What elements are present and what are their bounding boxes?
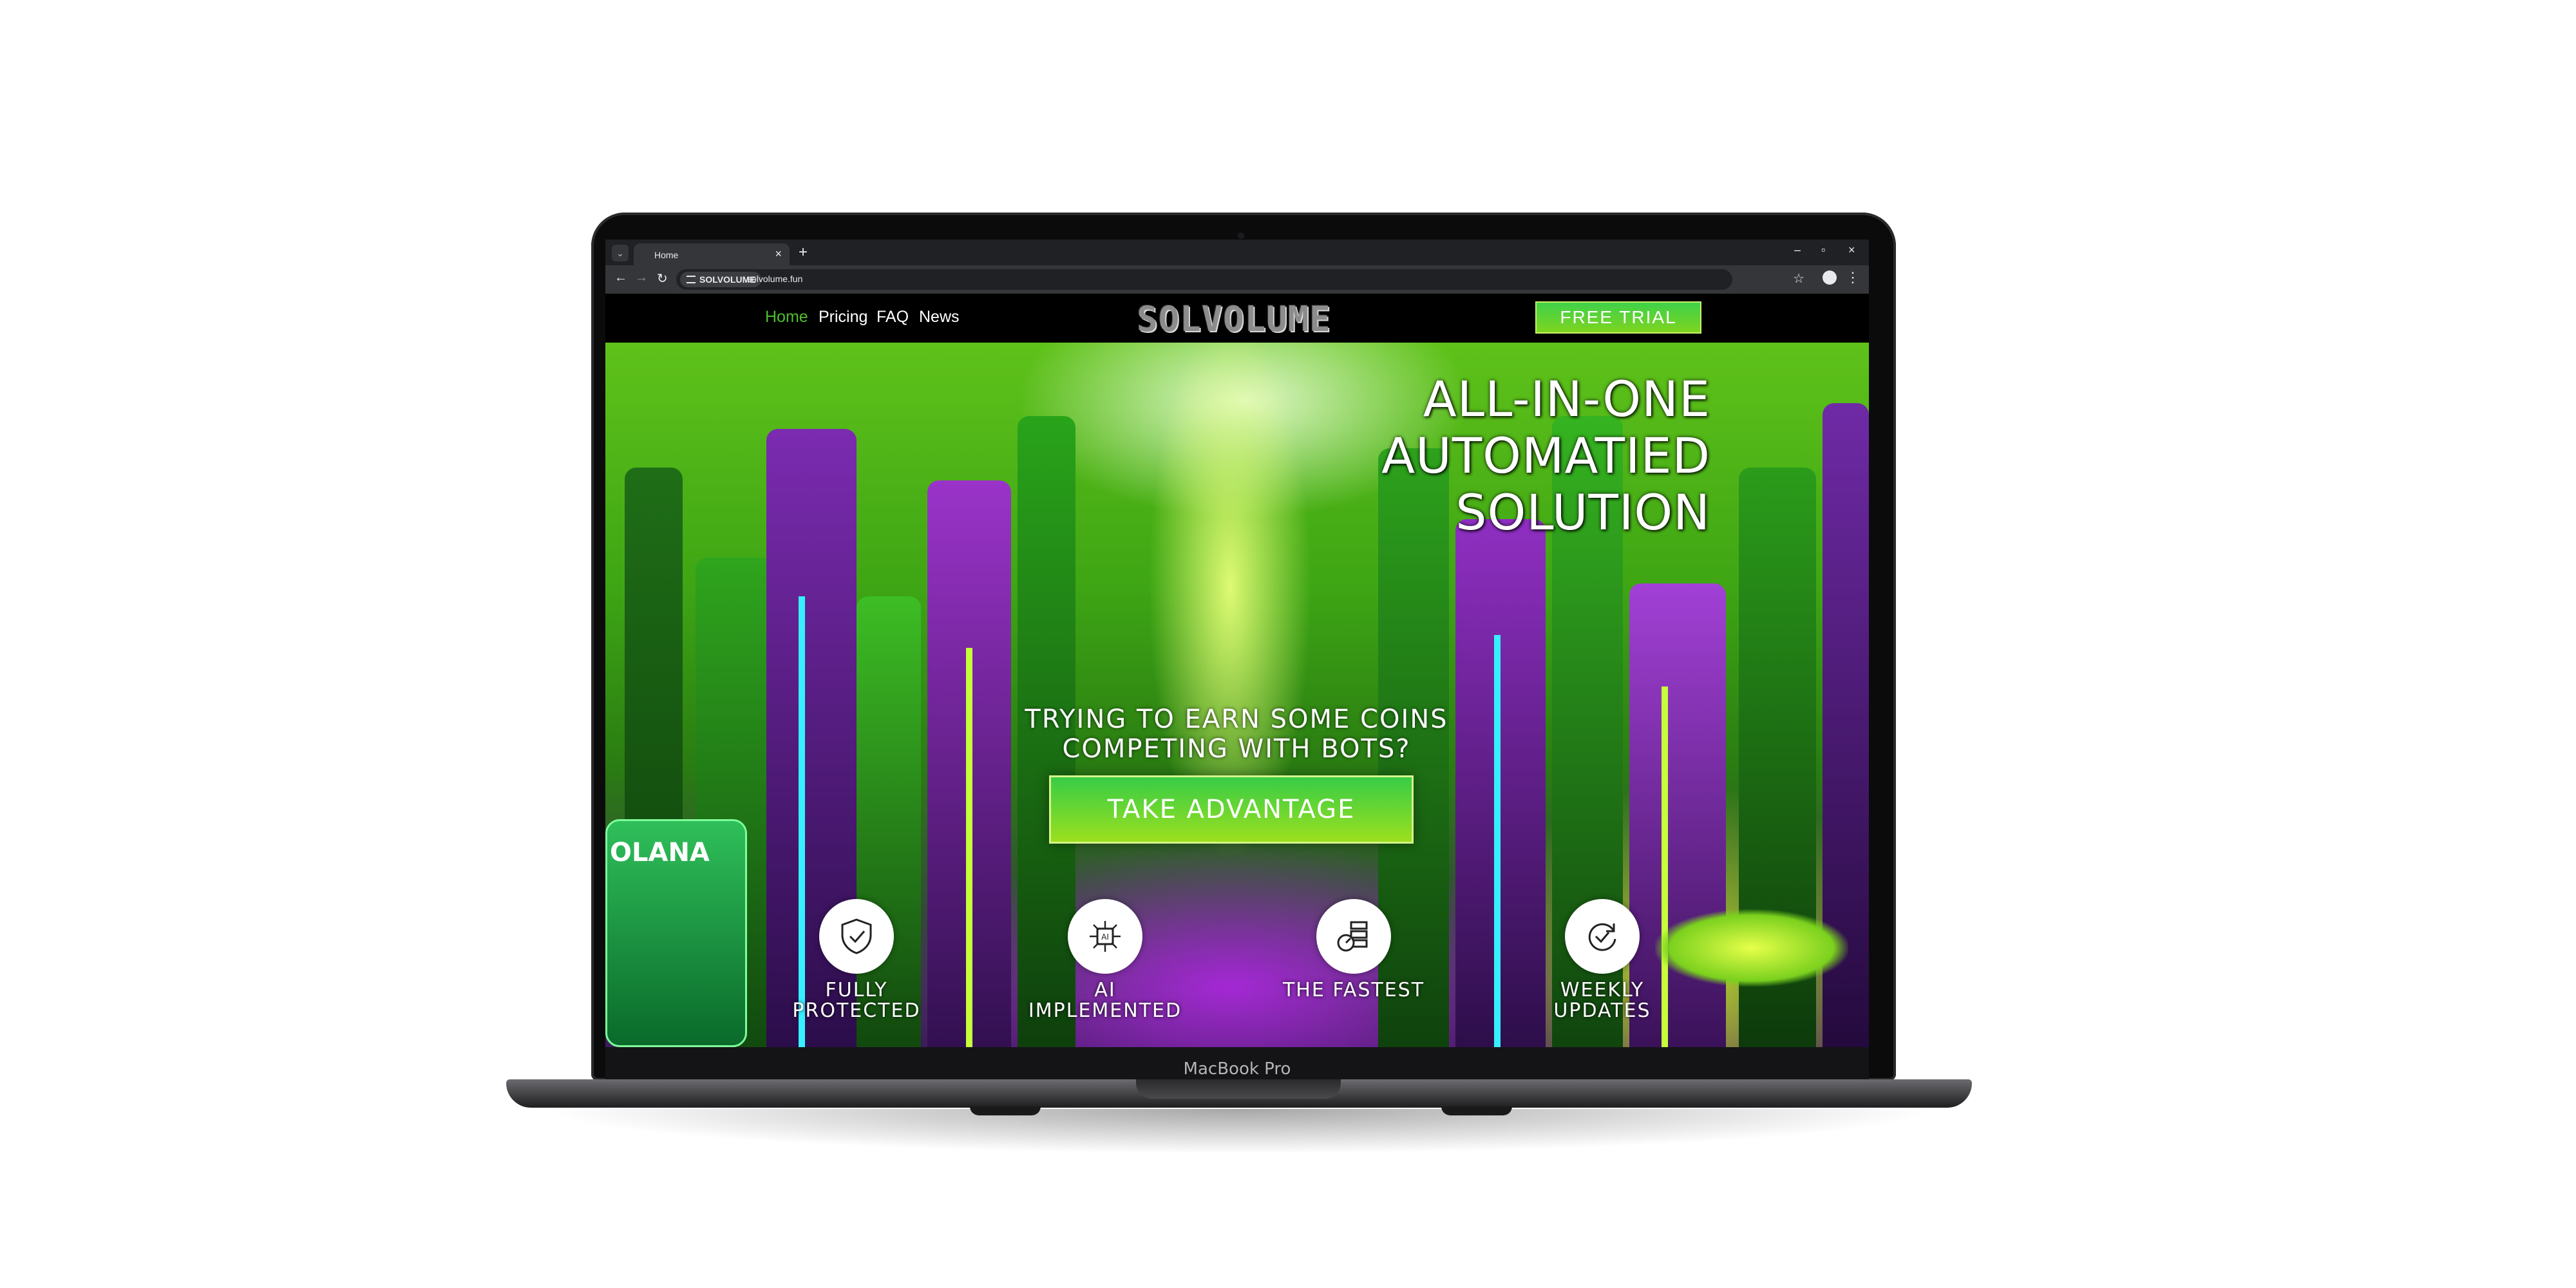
- feature-label: THE FASTEST: [1270, 980, 1437, 1001]
- feature-label: AI IMPLEMENTED: [1021, 980, 1189, 1021]
- feature-label-line: PROTECTED: [792, 999, 921, 1022]
- browser-toolbar: ← → ↻ SOLVOLUME solvolume.fun ☆ ⋮: [605, 265, 1869, 294]
- site-header: Home Pricing FAQ News SOLVOLUME FREE TRI…: [605, 294, 1869, 343]
- feature-label-line: THE FASTEST: [1282, 979, 1425, 1001]
- free-trial-button[interactable]: FREE TRIAL: [1535, 301, 1701, 334]
- ai-chip-icon: AI: [1068, 899, 1142, 974]
- browser-tab-home[interactable]: Home ×: [634, 243, 790, 265]
- hero-title-line: AUTOMATIED: [1381, 427, 1710, 484]
- minimize-icon[interactable]: –: [1794, 243, 1801, 257]
- feature-label-line: WEEKLY: [1560, 979, 1645, 1001]
- hero-subtitle-line: TRYING TO EARN SOME COINS: [1025, 705, 1448, 734]
- feature-label-line: IMPLEMENTED: [1028, 999, 1182, 1022]
- neon-stripe: [966, 648, 972, 1047]
- billboard-text: OLANA: [610, 838, 710, 867]
- site-settings-icon: [687, 276, 696, 283]
- hero-section: OLANA ALL-IN-ONE AUTOMATIED SOLUTION TRY…: [605, 343, 1869, 1047]
- hero-title-line: ALL-IN-ONE: [1423, 370, 1710, 428]
- speed-server-icon: [1316, 899, 1391, 974]
- take-advantage-button[interactable]: TAKE ADVANTAGE: [1049, 775, 1414, 844]
- nav-news-link[interactable]: News: [919, 308, 960, 327]
- feature-label: WEEKLY UPDATES: [1519, 980, 1686, 1021]
- laptop-foot: [970, 1106, 1041, 1115]
- feature-the-fastest: THE FASTEST: [1270, 899, 1437, 1001]
- tab-search-icon[interactable]: ⌄: [612, 245, 629, 261]
- profile-icon[interactable]: [1823, 270, 1837, 285]
- feature-label: FULLY PROTECTED: [773, 980, 940, 1021]
- feature-ai-implemented: AI AI IMPLEMENTED: [1021, 899, 1189, 1021]
- nav-home-link[interactable]: Home: [765, 308, 808, 327]
- neon-stripe: [1494, 635, 1501, 1047]
- tab-close-icon[interactable]: ×: [775, 247, 782, 261]
- browser-menu-icon[interactable]: ⋮: [1846, 269, 1860, 286]
- hero-title-line: SOLUTION: [1455, 484, 1710, 541]
- update-cycle-icon: [1565, 899, 1640, 974]
- feature-weekly-updates: WEEKLY UPDATES: [1519, 899, 1686, 1021]
- hero-subtitle: TRYING TO EARN SOME COINS COMPETING WITH…: [992, 705, 1481, 764]
- feature-fully-protected: FULLY PROTECTED: [773, 899, 940, 1021]
- billboard: OLANA: [605, 819, 747, 1047]
- nav-pricing-link[interactable]: Pricing: [819, 308, 867, 327]
- laptop-screen: ⌄ Home × + – ▫ × ← → ↻ SOLVOLUME solvolu…: [605, 240, 1869, 1047]
- laptop-notch: [1136, 1079, 1341, 1099]
- hero-subtitle-line: COMPETING WITH BOTS?: [1062, 734, 1411, 764]
- feature-label-line: FULLY: [825, 979, 888, 1001]
- tab-title: Home: [654, 250, 679, 260]
- reload-icon[interactable]: ↻: [657, 270, 668, 287]
- site-logo[interactable]: SOLVOLUME: [1137, 299, 1331, 339]
- device-label: MacBook Pro: [1183, 1059, 1291, 1079]
- forward-icon[interactable]: →: [635, 270, 648, 285]
- shield-check-icon: [819, 899, 894, 974]
- close-window-icon[interactable]: ×: [1848, 243, 1855, 257]
- maximize-icon[interactable]: ▫: [1821, 243, 1825, 257]
- laptop-shadow: [541, 1109, 1938, 1154]
- camera-icon: [1238, 232, 1244, 239]
- svg-text:AI: AI: [1101, 933, 1109, 942]
- hero-title: ALL-IN-ONE AUTOMATIED SOLUTION: [1381, 371, 1710, 541]
- nav-faq-link[interactable]: FAQ: [876, 308, 909, 327]
- bookmark-star-icon[interactable]: ☆: [1793, 270, 1804, 287]
- new-tab-icon[interactable]: +: [799, 243, 808, 261]
- feature-label-line: AI: [1094, 979, 1116, 1001]
- back-icon[interactable]: ←: [614, 270, 627, 285]
- address-bar[interactable]: SOLVOLUME solvolume.fun: [676, 269, 1732, 290]
- url-text[interactable]: solvolume.fun: [747, 274, 802, 284]
- laptop-foot: [1441, 1106, 1512, 1115]
- laptop-chin: MacBook Pro: [605, 1047, 1869, 1079]
- feature-label-line: UPDATES: [1553, 999, 1651, 1022]
- browser-tab-bar: ⌄ Home × + – ▫ ×: [605, 240, 1869, 265]
